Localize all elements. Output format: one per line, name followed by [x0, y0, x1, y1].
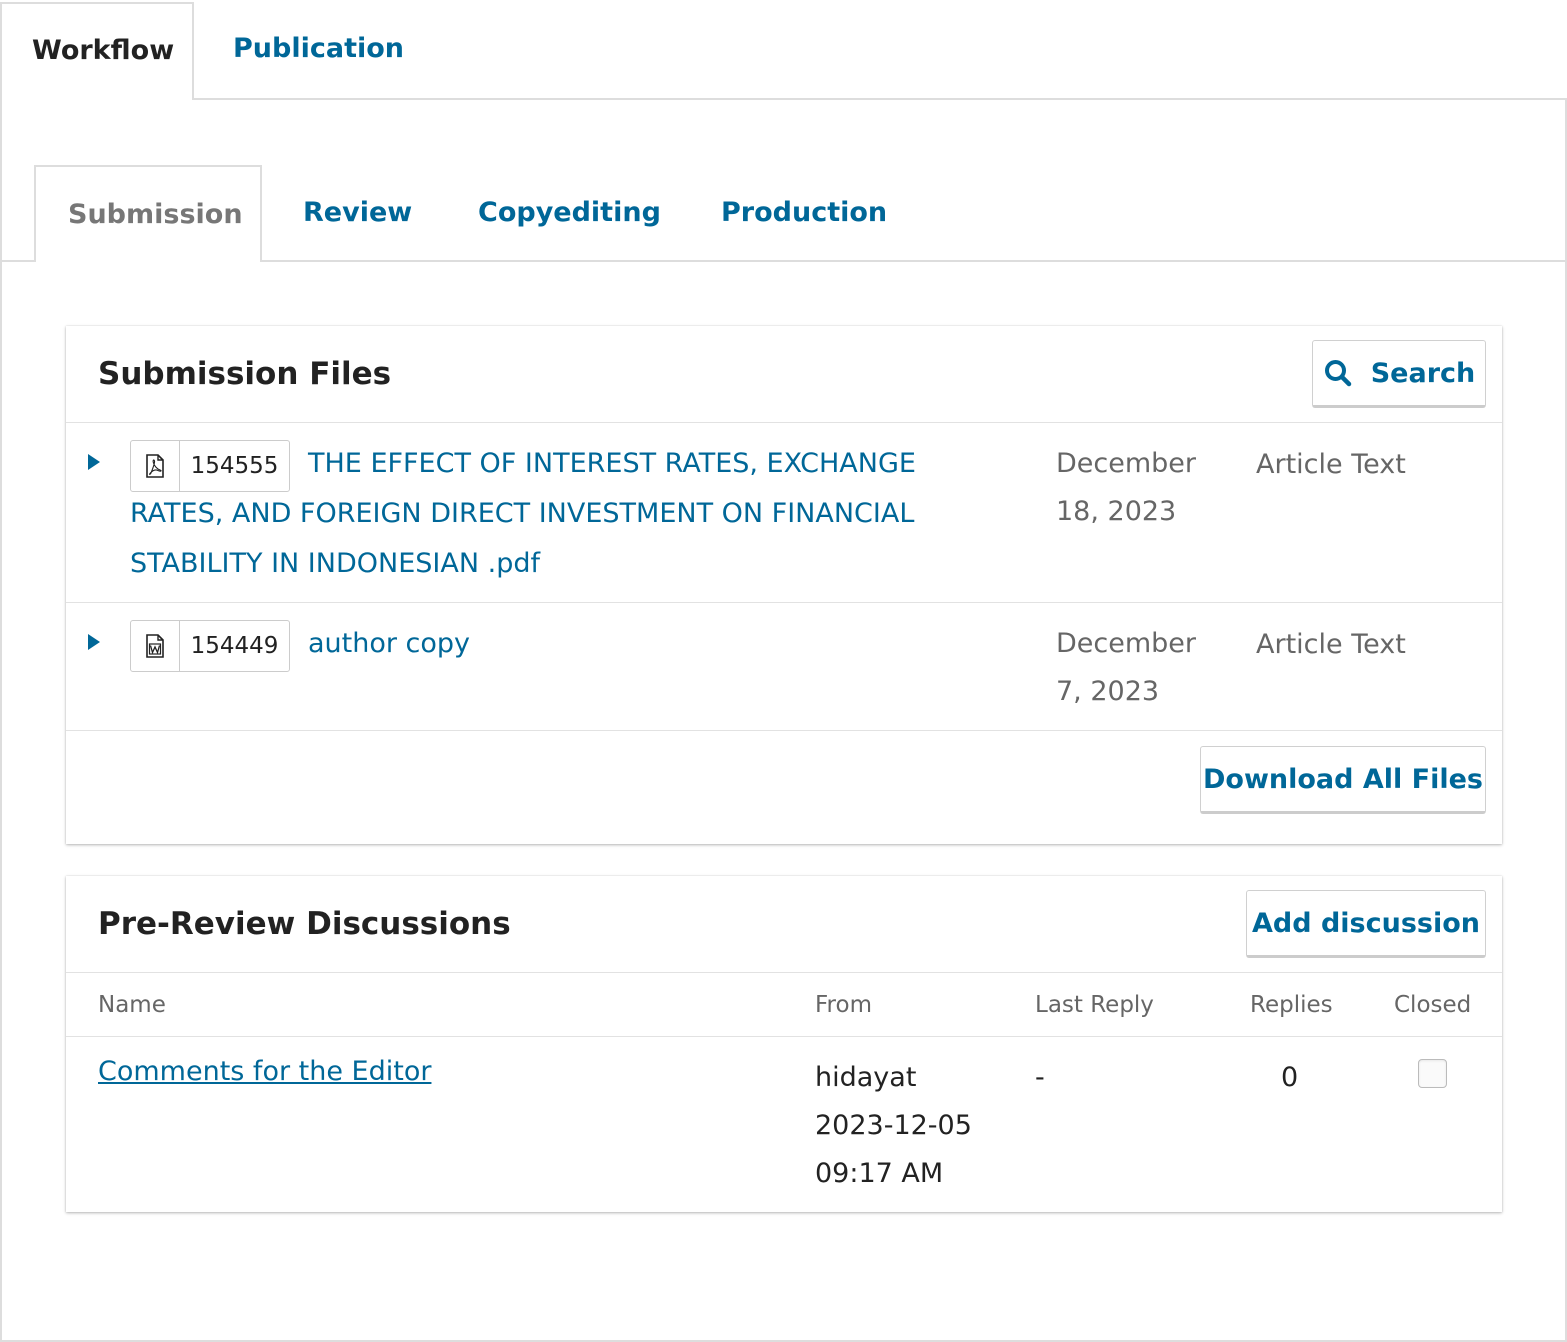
column-header-name: Name — [98, 992, 166, 1018]
file-type: Article Text — [1256, 629, 1406, 660]
pdf-file-icon — [131, 441, 180, 491]
word-file-icon — [131, 621, 180, 671]
tab-submission-label: Submission — [68, 199, 243, 230]
file-id: 154449 — [190, 633, 279, 659]
file-id-badge: 154449 — [130, 620, 290, 672]
discussions-title: Pre-Review Discussions — [98, 906, 511, 942]
column-header-replies: Replies — [1250, 992, 1333, 1018]
add-discussion-button[interactable]: Add discussion — [1246, 890, 1486, 958]
pre-review-discussions-panel: Pre-Review Discussions Add discussion Na… — [66, 876, 1502, 1212]
tab-review[interactable]: Review — [303, 199, 412, 226]
closed-checkbox[interactable] — [1418, 1059, 1447, 1088]
column-header-from: From — [815, 992, 872, 1018]
expand-caret-icon[interactable] — [88, 634, 100, 650]
submission-files-title: Submission Files — [98, 356, 392, 392]
file-type: Article Text — [1256, 449, 1406, 480]
file-name-link[interactable]: author copy — [308, 619, 908, 669]
tab-production[interactable]: Production — [721, 199, 887, 226]
tab-publication[interactable]: Publication — [233, 35, 404, 62]
discussion-link[interactable]: Comments for the Editor — [98, 1058, 431, 1085]
file-date: December 7, 2023 — [1056, 628, 1197, 707]
discussion-last-reply: - — [1035, 1062, 1045, 1093]
discussion-replies: 0 — [1281, 1062, 1299, 1093]
submission-files-panel: Submission Files Search THE EFFECT OF IN… — [66, 326, 1502, 844]
tab-workflow-label: Workflow — [32, 35, 175, 66]
file-id-badge: 154555 — [130, 440, 290, 492]
tab-workflow[interactable]: Workflow — [0, 2, 194, 100]
expand-caret-icon[interactable] — [88, 454, 100, 470]
column-header-closed: Closed — [1394, 992, 1472, 1018]
download-all-files-button[interactable]: Download All Files — [1200, 746, 1486, 814]
column-header-last-reply: Last Reply — [1035, 992, 1154, 1018]
search-button[interactable]: Search — [1312, 340, 1486, 408]
search-button-label: Search — [1370, 357, 1476, 389]
tab-submission[interactable]: Submission — [34, 165, 262, 262]
file-id: 154555 — [190, 453, 279, 479]
search-icon — [1324, 360, 1351, 387]
file-date: December 18, 2023 — [1056, 448, 1197, 527]
top-tab-bar: Workflow Publication — [0, 0, 1567, 100]
discussion-from: hidayat 2023-12-05 09:17 AM — [815, 1062, 972, 1189]
tab-copyediting[interactable]: Copyediting — [478, 199, 661, 226]
